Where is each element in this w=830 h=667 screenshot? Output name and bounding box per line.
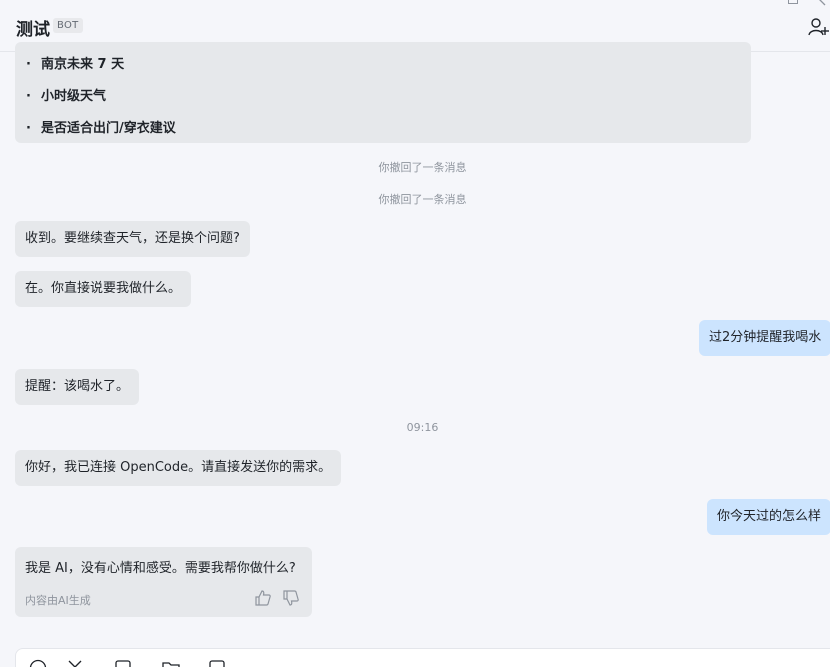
recall-notice: 你撤回了一条消息	[378, 193, 467, 206]
folder-icon[interactable]	[162, 659, 180, 667]
timestamp: 09:16	[406, 421, 439, 434]
scissors-icon[interactable]	[66, 659, 84, 667]
chat-title: 测试	[16, 20, 50, 40]
message-composer[interactable]	[15, 648, 830, 667]
thumb-down-icon[interactable]	[282, 589, 300, 607]
user-message[interactable]: 你今天过的怎么样	[707, 499, 830, 535]
ai-generated-note: 内容由AI生成	[25, 594, 91, 607]
list-item: · 南京未来 7 天	[26, 57, 125, 72]
add-member-icon[interactable]	[808, 16, 830, 38]
bot-message[interactable]: 提醒：该喝水了。	[15, 369, 140, 405]
bot-message-ai[interactable]: 我是 AI，没有心情和感受。需要我帮你做什么? 内容由AI生成	[15, 547, 312, 617]
chat-box-icon[interactable]	[208, 659, 226, 667]
user-message[interactable]: 过2分钟提醒我喝水	[699, 320, 830, 356]
list-item: · 是否适合出门/穿衣建议	[26, 121, 176, 136]
bot-message[interactable]: 你好，我已连接 OpenCode。请直接发送你的需求。	[15, 450, 342, 486]
chat-window: 测试 BOT · 南京未来 7 天 · 小时级天气 · 是否适合出门/穿衣建议 你撤回…	[0, 0, 830, 667]
bot-badge: BOT	[53, 18, 83, 33]
maximize-icon[interactable]	[788, 0, 798, 4]
bot-message[interactable]: 收到。要继续查天气，还是换个问题?	[15, 221, 250, 257]
message-list[interactable]: · 南京未来 7 天 · 小时级天气 · 是否适合出门/穿衣建议 你撤回了一条消息 你…	[0, 42, 830, 648]
emoji-icon[interactable]	[29, 659, 47, 667]
recall-notice: 你撤回了一条消息	[378, 161, 467, 174]
thumb-up-icon[interactable]	[254, 589, 272, 607]
bot-message-text: 我是 AI，没有心情和感受。需要我帮你做什么?	[25, 561, 296, 576]
list-item: · 小时级天气	[26, 89, 107, 104]
file-icon[interactable]	[114, 659, 132, 667]
bot-message[interactable]: 在。你直接说要我做什么。	[15, 271, 192, 307]
close-icon[interactable]	[814, 0, 826, 6]
